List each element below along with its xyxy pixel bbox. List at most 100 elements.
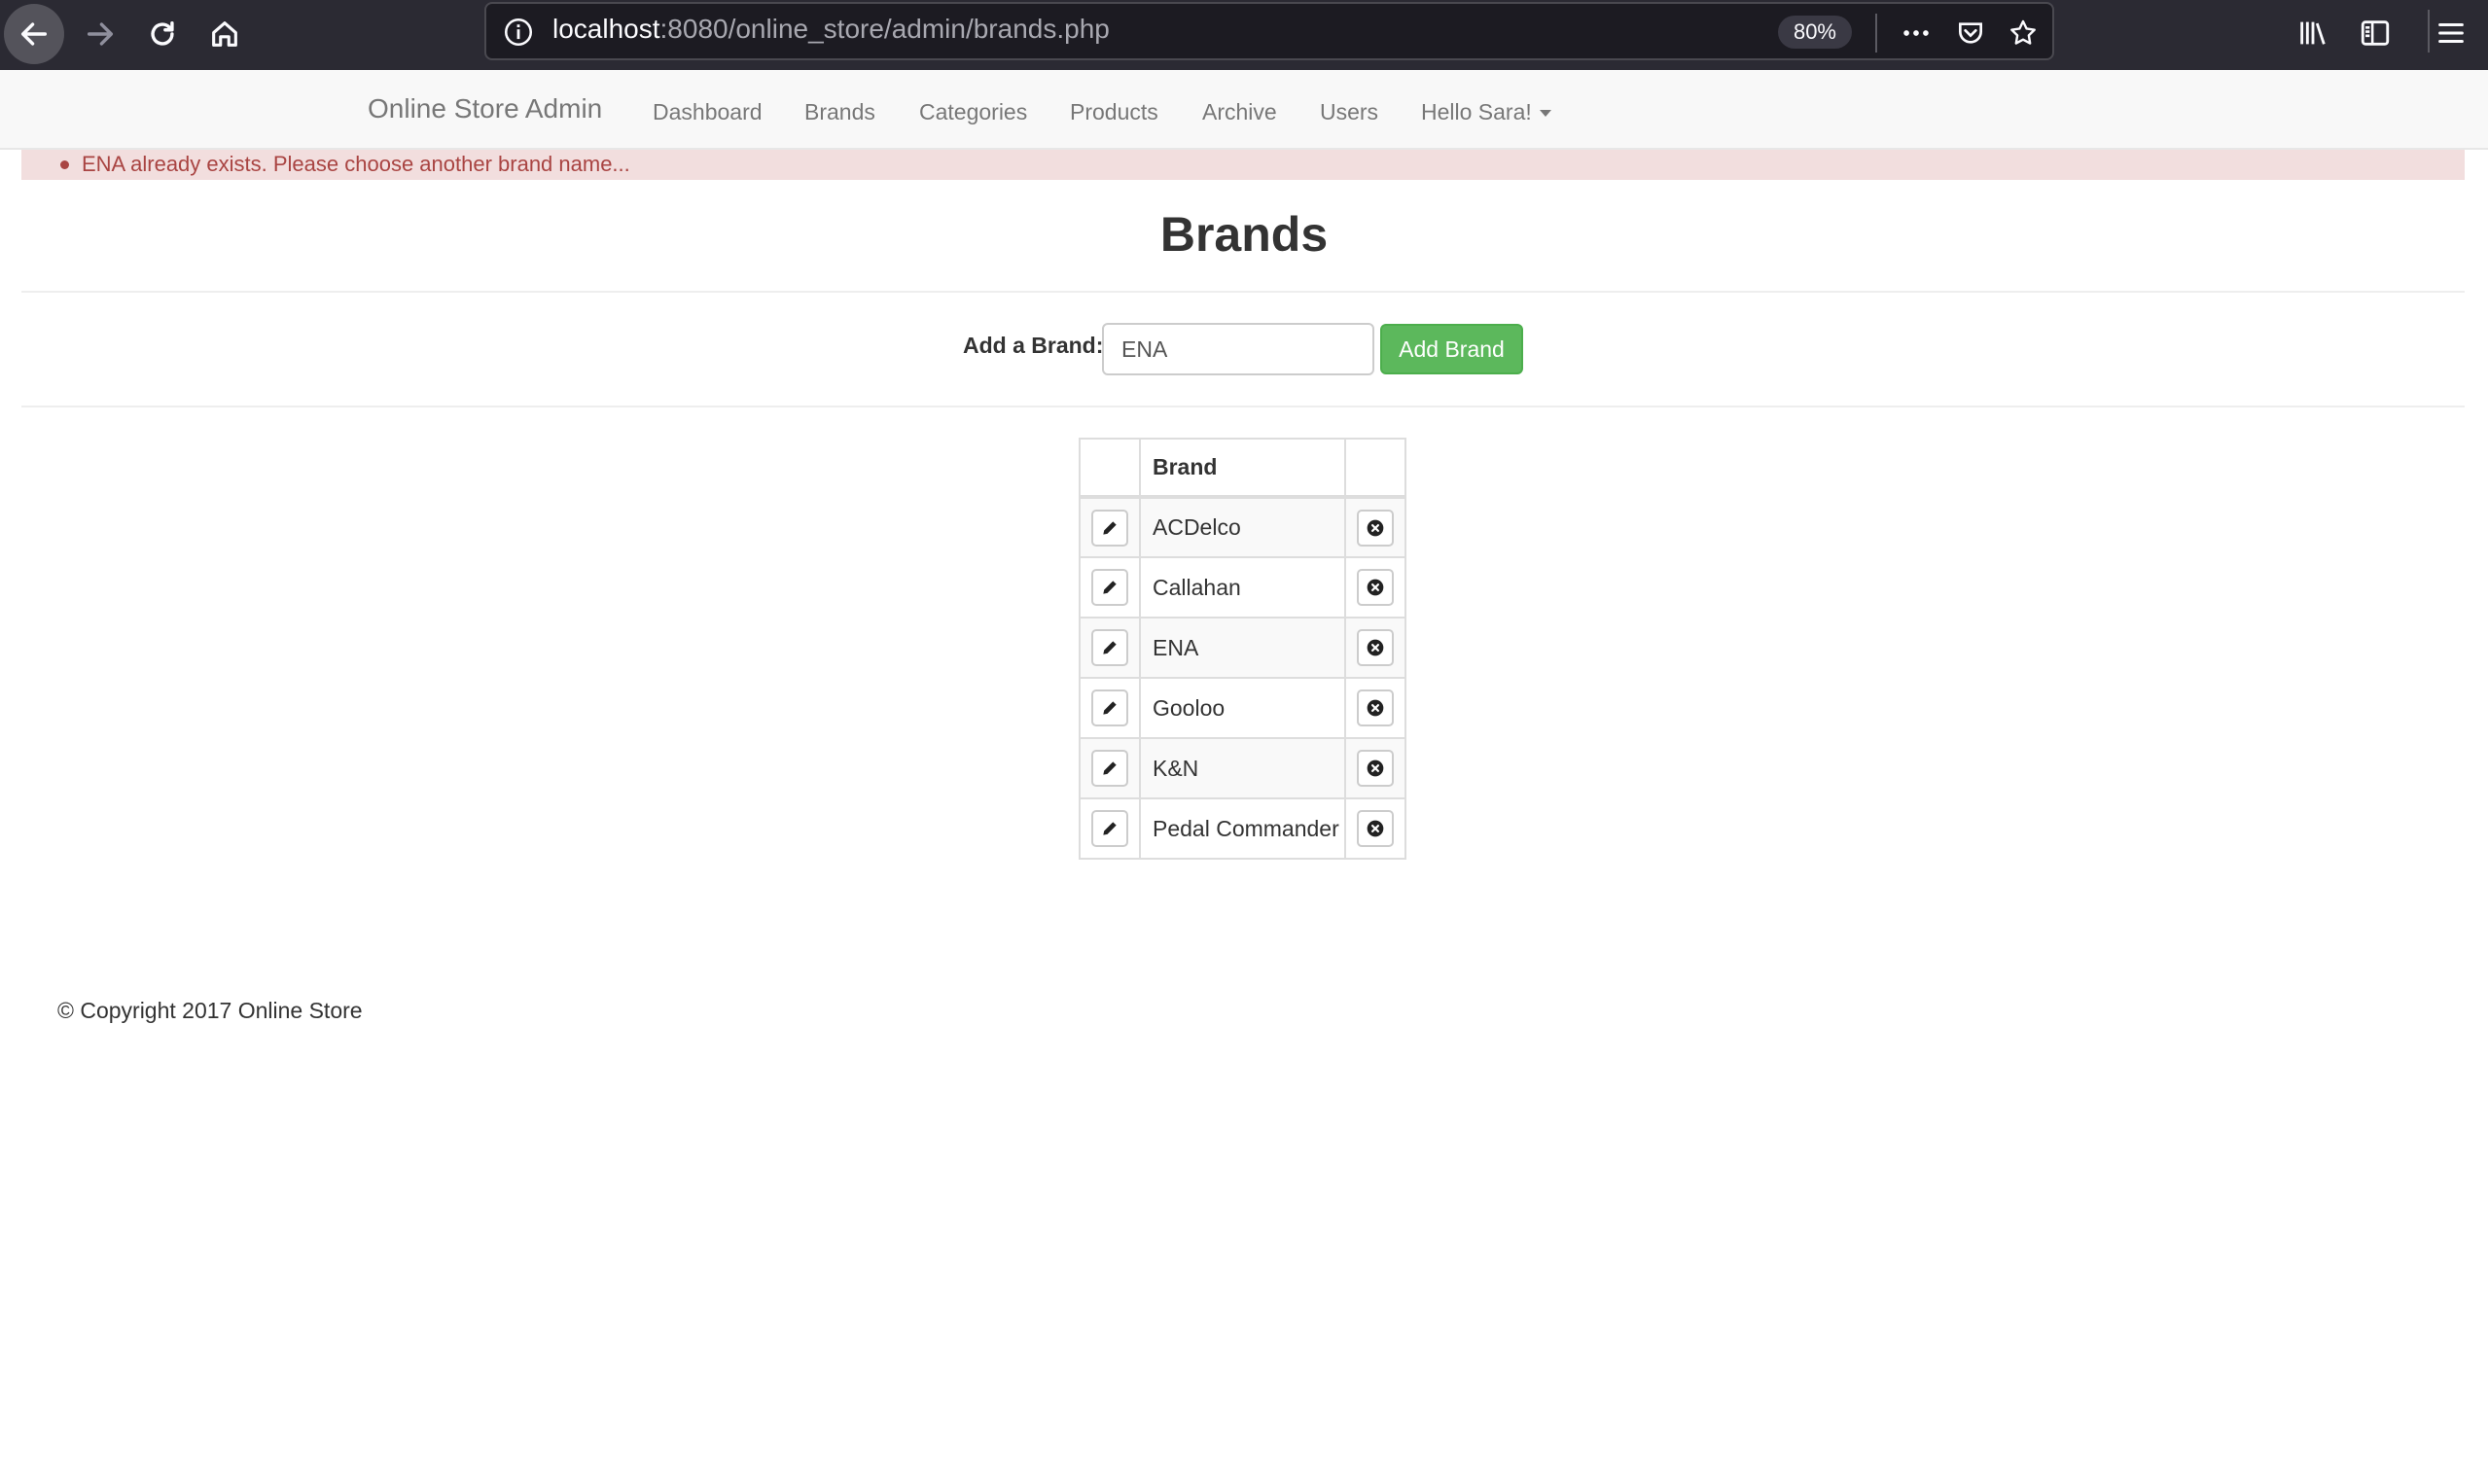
library-button[interactable] bbox=[2293, 14, 2332, 53]
pocket-icon bbox=[1959, 22, 1982, 44]
sidebar-icon bbox=[2361, 20, 2390, 46]
url-text[interactable]: localhost:8080/online_store/admin/brands… bbox=[552, 14, 1110, 45]
error-message: ENA already exists. Please choose anothe… bbox=[82, 152, 630, 176]
remove-circle-icon bbox=[1367, 760, 1384, 777]
home-icon bbox=[212, 21, 237, 47]
pencil-icon bbox=[1103, 822, 1117, 835]
star-icon bbox=[2010, 19, 2036, 45]
edit-brand-button[interactable] bbox=[1091, 509, 1128, 547]
table-row: ENA bbox=[1079, 617, 1406, 679]
delete-cell bbox=[1344, 556, 1406, 618]
table-row: ACDelco bbox=[1079, 496, 1406, 558]
caret-down-icon bbox=[1539, 110, 1551, 118]
edit-cell bbox=[1079, 556, 1141, 618]
info-icon[interactable] bbox=[502, 16, 535, 49]
sidebar-toggle-button[interactable] bbox=[2356, 14, 2395, 53]
remove-circle-icon bbox=[1367, 699, 1384, 717]
home-button[interactable] bbox=[195, 4, 255, 64]
edit-cell bbox=[1079, 617, 1141, 679]
delete-brand-button[interactable] bbox=[1357, 509, 1394, 547]
back-button[interactable] bbox=[4, 4, 64, 64]
brand-name-cell: Gooloo bbox=[1139, 677, 1346, 739]
brands-table: Brand ACDelco Callahan ENA Gooloo K&N Pe… bbox=[1079, 438, 1406, 860]
url-path: :8080/online_store/admin/brands.php bbox=[659, 14, 1110, 44]
delete-cell bbox=[1344, 617, 1406, 679]
url-bar[interactable]: localhost:8080/online_store/admin/brands… bbox=[484, 2, 2054, 60]
add-brand-button[interactable]: Add Brand bbox=[1380, 324, 1523, 374]
brand-name-cell: K&N bbox=[1139, 737, 1346, 799]
hamburger-menu-icon bbox=[2438, 22, 2464, 44]
nav-item-dashboard[interactable]: Dashboard bbox=[653, 99, 763, 125]
edit-brand-button[interactable] bbox=[1091, 750, 1128, 787]
nav-item-archive[interactable]: Archive bbox=[1202, 99, 1277, 125]
brand-name-input[interactable] bbox=[1102, 323, 1374, 375]
remove-circle-icon bbox=[1367, 519, 1384, 536]
table-row: Pedal Commander bbox=[1079, 797, 1406, 860]
delete-cell bbox=[1344, 797, 1406, 860]
app-menu-button[interactable] bbox=[2432, 14, 2470, 53]
library-icon bbox=[2300, 21, 2326, 45]
table-header-brand: Brand bbox=[1139, 438, 1346, 499]
url-bar-divider bbox=[1875, 14, 1877, 53]
pocket-button[interactable] bbox=[1953, 16, 1988, 51]
ellipsis-icon bbox=[1903, 30, 1929, 36]
table-header-row: Brand bbox=[1079, 438, 1406, 499]
navbar-brand-link[interactable]: Online Store Admin bbox=[368, 93, 602, 124]
delete-cell bbox=[1344, 677, 1406, 739]
table-header-edit bbox=[1079, 438, 1141, 499]
brand-name-cell: ACDelco bbox=[1139, 496, 1346, 558]
delete-brand-button[interactable] bbox=[1357, 569, 1394, 606]
bullet-icon bbox=[60, 160, 69, 169]
pencil-icon bbox=[1103, 581, 1117, 594]
delete-brand-button[interactable] bbox=[1357, 629, 1394, 666]
delete-cell bbox=[1344, 737, 1406, 799]
edit-brand-button[interactable] bbox=[1091, 689, 1128, 726]
nav-item-brands[interactable]: Brands bbox=[804, 99, 875, 125]
footer-copyright: © Copyright 2017 Online Store bbox=[57, 998, 363, 1023]
add-brand-label: Add a Brand: bbox=[963, 333, 1104, 358]
edit-cell bbox=[1079, 677, 1141, 739]
site-navbar: Online Store Admin Dashboard Brands Cate… bbox=[0, 70, 2488, 150]
table-row: Gooloo bbox=[1079, 677, 1406, 739]
table-header-delete bbox=[1344, 438, 1406, 499]
delete-brand-button[interactable] bbox=[1357, 750, 1394, 787]
nav-item-categories[interactable]: Categories bbox=[919, 99, 1027, 125]
table-row: Callahan bbox=[1079, 556, 1406, 618]
remove-circle-icon bbox=[1367, 820, 1384, 837]
brand-name-cell: Pedal Commander bbox=[1139, 797, 1346, 860]
toolbar-divider bbox=[2428, 10, 2430, 53]
edit-brand-button[interactable] bbox=[1091, 569, 1128, 606]
error-alert: ENA already exists. Please choose anothe… bbox=[21, 150, 2465, 180]
delete-brand-button[interactable] bbox=[1357, 810, 1394, 847]
edit-cell bbox=[1079, 737, 1141, 799]
user-dropdown-toggle[interactable]: Hello Sara! bbox=[1421, 99, 1551, 125]
delete-cell bbox=[1344, 496, 1406, 558]
browser-toolbar: localhost:8080/online_store/admin/brands… bbox=[0, 0, 2488, 70]
nav-item-users[interactable]: Users bbox=[1320, 99, 1378, 125]
forward-button[interactable] bbox=[70, 4, 130, 64]
pencil-icon bbox=[1103, 701, 1117, 715]
arrow-left-icon bbox=[20, 22, 48, 46]
nav-item-products[interactable]: Products bbox=[1070, 99, 1158, 125]
divider bbox=[21, 291, 2465, 293]
edit-brand-button[interactable] bbox=[1091, 629, 1128, 666]
zoom-level-badge[interactable]: 80% bbox=[1777, 16, 1852, 49]
delete-brand-button[interactable] bbox=[1357, 689, 1394, 726]
edit-brand-button[interactable] bbox=[1091, 810, 1128, 847]
edit-cell bbox=[1079, 496, 1141, 558]
reload-icon bbox=[151, 20, 174, 46]
user-greeting: Hello Sara! bbox=[1421, 99, 1532, 124]
reload-button[interactable] bbox=[132, 4, 193, 64]
remove-circle-icon bbox=[1367, 639, 1384, 656]
edit-cell bbox=[1079, 797, 1141, 860]
page-title: Brands bbox=[1159, 207, 1329, 262]
arrow-right-icon bbox=[87, 22, 114, 46]
brand-name-cell: ENA bbox=[1139, 617, 1346, 679]
bookmark-button[interactable] bbox=[2006, 16, 2041, 51]
divider bbox=[21, 406, 2465, 407]
page-actions-button[interactable] bbox=[1899, 16, 1934, 51]
pencil-icon bbox=[1103, 641, 1117, 654]
table-row: K&N bbox=[1079, 737, 1406, 799]
brand-name-cell: Callahan bbox=[1139, 556, 1346, 618]
url-host: localhost bbox=[552, 14, 660, 44]
